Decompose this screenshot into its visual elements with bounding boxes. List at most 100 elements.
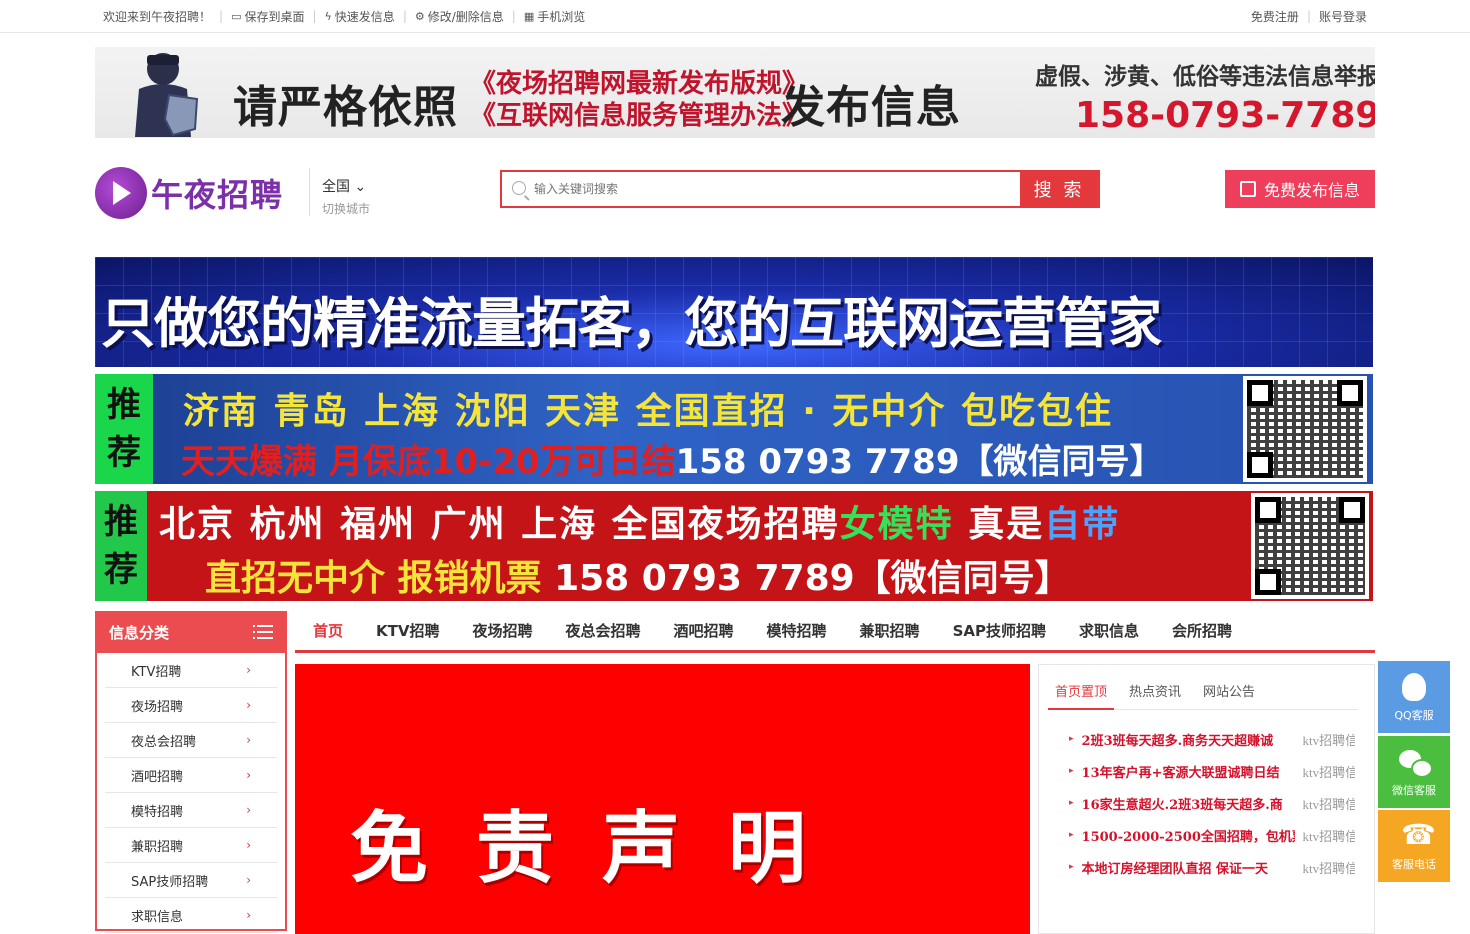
search-button[interactable]: 搜 索 xyxy=(1020,172,1098,206)
current-city: 全国 ⌄ xyxy=(322,179,367,195)
banner-phone: 158-0793-7789 xyxy=(1075,95,1375,136)
news-tabs: 首页置顶 热点资讯 网站公告 xyxy=(1048,675,1358,710)
divider: | xyxy=(402,9,407,23)
news-item[interactable]: ▸ 2班3班每天超多.商务天天超赚诚 ktv招聘信 xyxy=(1069,723,1359,755)
wechat-service-button[interactable]: 微信客服 xyxy=(1378,736,1450,808)
chevron-right-icon: › xyxy=(246,768,251,782)
nav-nightclub-hall[interactable]: 夜总会招聘 xyxy=(566,620,641,641)
chevron-right-icon: › xyxy=(246,663,251,677)
free-post-label: 免费发布信息 xyxy=(1263,181,1360,200)
marketing-banner-text: 只做您的精准流量拓客，您的互联网运营管家 xyxy=(101,292,1162,355)
news-list: ▸ 2班3班每天超多.商务天天超赚诚 ktv招聘信 ▸ 13年客户再+客源大联盟诚聘日… xyxy=(1069,723,1359,883)
wechat-service-label: 微信客服 xyxy=(1392,784,1436,797)
chevron-right-icon: › xyxy=(246,733,251,747)
marketing-banner[interactable]: 只做您的精准流量拓客，您的互联网运营管家 xyxy=(95,257,1373,367)
quick-post-label: 快速发信息 xyxy=(334,9,395,24)
promo-banner-2[interactable]: 推荐 北京 杭州 福州 广州 上海 全国夜场招聘女模特 真是自带 直招无中介 报… xyxy=(95,491,1373,601)
disclaimer-text: 免责声明 xyxy=(350,804,855,894)
divider: | xyxy=(219,9,224,23)
category-item-jobseek[interactable]: 求职信息 › xyxy=(105,898,277,933)
nav-jobseek[interactable]: 求职信息 xyxy=(1079,620,1139,641)
category-title: 信息分类 xyxy=(109,623,170,642)
nav-sap[interactable]: SAP技师招聘 xyxy=(953,620,1046,641)
list-menu-icon xyxy=(253,625,273,639)
category-header: 信息分类 xyxy=(97,611,285,653)
news-item[interactable]: ▸ 16家生意超火.2班3班每天超多.商 ktv招聘信 xyxy=(1069,787,1359,819)
chevron-right-icon: › xyxy=(246,803,251,817)
nav-nightclub[interactable]: 夜场招聘 xyxy=(472,620,532,641)
promo2-cities: 北京 杭州 福州 广州 上海 全国夜场招聘女模特 真是自带 xyxy=(159,504,1121,545)
logo-text: 午夜招聘 xyxy=(151,176,284,214)
category-item-nightclub-hall[interactable]: 夜总会招聘 › xyxy=(105,723,277,758)
tab-top-pinned[interactable]: 首页置顶 xyxy=(1048,675,1115,710)
mobile-browse-link[interactable]: ▦ 手机浏览 xyxy=(524,8,585,25)
caret-right-icon: ▸ xyxy=(1069,830,1074,840)
quick-post-link[interactable]: ϟ 快速发信息 xyxy=(325,8,395,25)
promo-banner-1[interactable]: 推荐 济南 青岛 上海 沈阳 天津 全国直招 · 无中介 包吃包住 天天爆满 月… xyxy=(95,374,1373,484)
category-sidebar: 信息分类 KTV招聘 › 夜场招聘 › 夜总会招聘 › 酒吧招聘 › 模特招聘 › 兼职招… xyxy=(95,611,287,933)
banner-law-2: 《互联网信息服务管理办法》 xyxy=(470,101,809,131)
divider: | xyxy=(312,9,317,23)
chevron-down-icon: ⌄ xyxy=(350,179,367,195)
recommend-tag: 推荐 xyxy=(95,374,153,484)
category-item-model[interactable]: 模特招聘 › xyxy=(105,793,277,828)
free-post-button[interactable]: 免费发布信息 xyxy=(1225,170,1375,208)
category-item-ktv[interactable]: KTV招聘 › xyxy=(105,653,277,688)
banner-strict-text: 请严格依照 xyxy=(233,82,458,133)
nav-parttime[interactable]: 兼职招聘 xyxy=(860,620,920,641)
phone-service-button[interactable]: 客服电话 xyxy=(1378,810,1450,882)
qq-service-label: QQ客服 xyxy=(1394,709,1434,722)
police-mascot-icon xyxy=(135,53,199,137)
search-icon xyxy=(512,181,526,195)
edit-delete-link[interactable]: ⚙ 修改/删除信息 xyxy=(415,8,504,25)
qr-code-icon xyxy=(1251,493,1369,599)
site-logo[interactable]: 午夜招聘 xyxy=(95,160,295,226)
nav-home[interactable]: 首页 xyxy=(313,620,343,641)
edit-icon xyxy=(1239,181,1256,197)
category-item-parttime[interactable]: 兼职招聘 › xyxy=(105,828,277,863)
search-input[interactable] xyxy=(502,172,1020,206)
category-item-sap[interactable]: SAP技师招聘 › xyxy=(105,863,277,898)
news-box: 首页置顶 热点资讯 网站公告 ▸ 2班3班每天超多.商务天天超赚诚 ktv招聘信 ▸… xyxy=(1038,664,1375,934)
nav-model[interactable]: 模特招聘 xyxy=(767,620,827,641)
divider: | xyxy=(1306,9,1311,23)
promo2-offer: 直招无中介 报销机票 158 0793 7789【微信同号】 xyxy=(205,558,1071,599)
chevron-right-icon: › xyxy=(246,908,251,922)
register-link[interactable]: 免费注册 xyxy=(1251,8,1299,25)
tab-announcements[interactable]: 网站公告 xyxy=(1196,675,1262,710)
nav-bar[interactable]: 酒吧招聘 xyxy=(674,620,734,641)
caret-right-icon: ▸ xyxy=(1069,734,1074,744)
nav-ktv[interactable]: KTV招聘 xyxy=(376,620,439,641)
switch-city-label: 切换城市 xyxy=(322,202,371,216)
phone-icon xyxy=(1399,818,1436,851)
chevron-right-icon: › xyxy=(246,698,251,712)
caret-right-icon: ▸ xyxy=(1069,798,1074,808)
login-link[interactable]: 账号登录 xyxy=(1319,8,1367,25)
chevron-right-icon: › xyxy=(246,838,251,852)
news-item[interactable]: ▸ 1500-2000-2500全国招聘，包机票 ktv招聘信 xyxy=(1069,819,1359,851)
save-to-desktop-link[interactable]: ▭ 保存到桌面 xyxy=(231,8,304,25)
welcome-text: 欢迎来到午夜招聘！ xyxy=(103,9,212,24)
mobile-browse-label: 手机浏览 xyxy=(537,9,586,24)
main-nav: 首页 KTV招聘 夜场招聘 夜总会招聘 酒吧招聘 模特招聘 兼职招聘 SAP技师… xyxy=(295,611,1375,653)
category-item-bar[interactable]: 酒吧招聘 › xyxy=(105,758,277,793)
qq-service-button[interactable]: QQ客服 xyxy=(1378,661,1450,733)
nav-club[interactable]: 会所招聘 xyxy=(1172,620,1232,641)
save-to-desktop-label: 保存到桌面 xyxy=(244,9,305,24)
search-bar: 搜 索 xyxy=(500,170,1100,208)
tab-hot-news[interactable]: 热点资讯 xyxy=(1122,675,1188,710)
lightning-icon: ϟ xyxy=(324,9,332,23)
caret-right-icon: ▸ xyxy=(1069,766,1074,776)
city-selector[interactable]: 全国 ⌄ 切换城市 xyxy=(309,168,370,216)
logo-music-icon xyxy=(95,167,147,219)
policy-banner[interactable]: 请严格依照 《夜场招聘网最新发布版规》 《互联网信息服务管理办法》 发布信息 虚… xyxy=(95,47,1375,138)
edit-delete-label: 修改/删除信息 xyxy=(427,9,504,24)
news-item[interactable]: ▸ 13年客户再+客源大联盟诚聘日结 ktv招聘信 xyxy=(1069,755,1359,787)
news-item[interactable]: ▸ 本地订房经理团队直招 保证一天 ktv招聘信 xyxy=(1069,851,1359,883)
disclaimer-banner[interactable]: 免责声明 xyxy=(295,664,1030,934)
promo1-offer: 天天爆满 月保底10-20万可日结158 0793 7789【微信同号】 xyxy=(181,442,1164,482)
monitor-icon: ▭ xyxy=(231,9,242,23)
caret-right-icon: ▸ xyxy=(1069,862,1074,872)
category-item-nightclub[interactable]: 夜场招聘 › xyxy=(105,688,277,723)
top-bar-left: 欢迎来到午夜招聘！ | ▭ 保存到桌面 | ϟ 快速发信息 | ⚙ 修改/删除信息 |… xyxy=(103,0,585,32)
